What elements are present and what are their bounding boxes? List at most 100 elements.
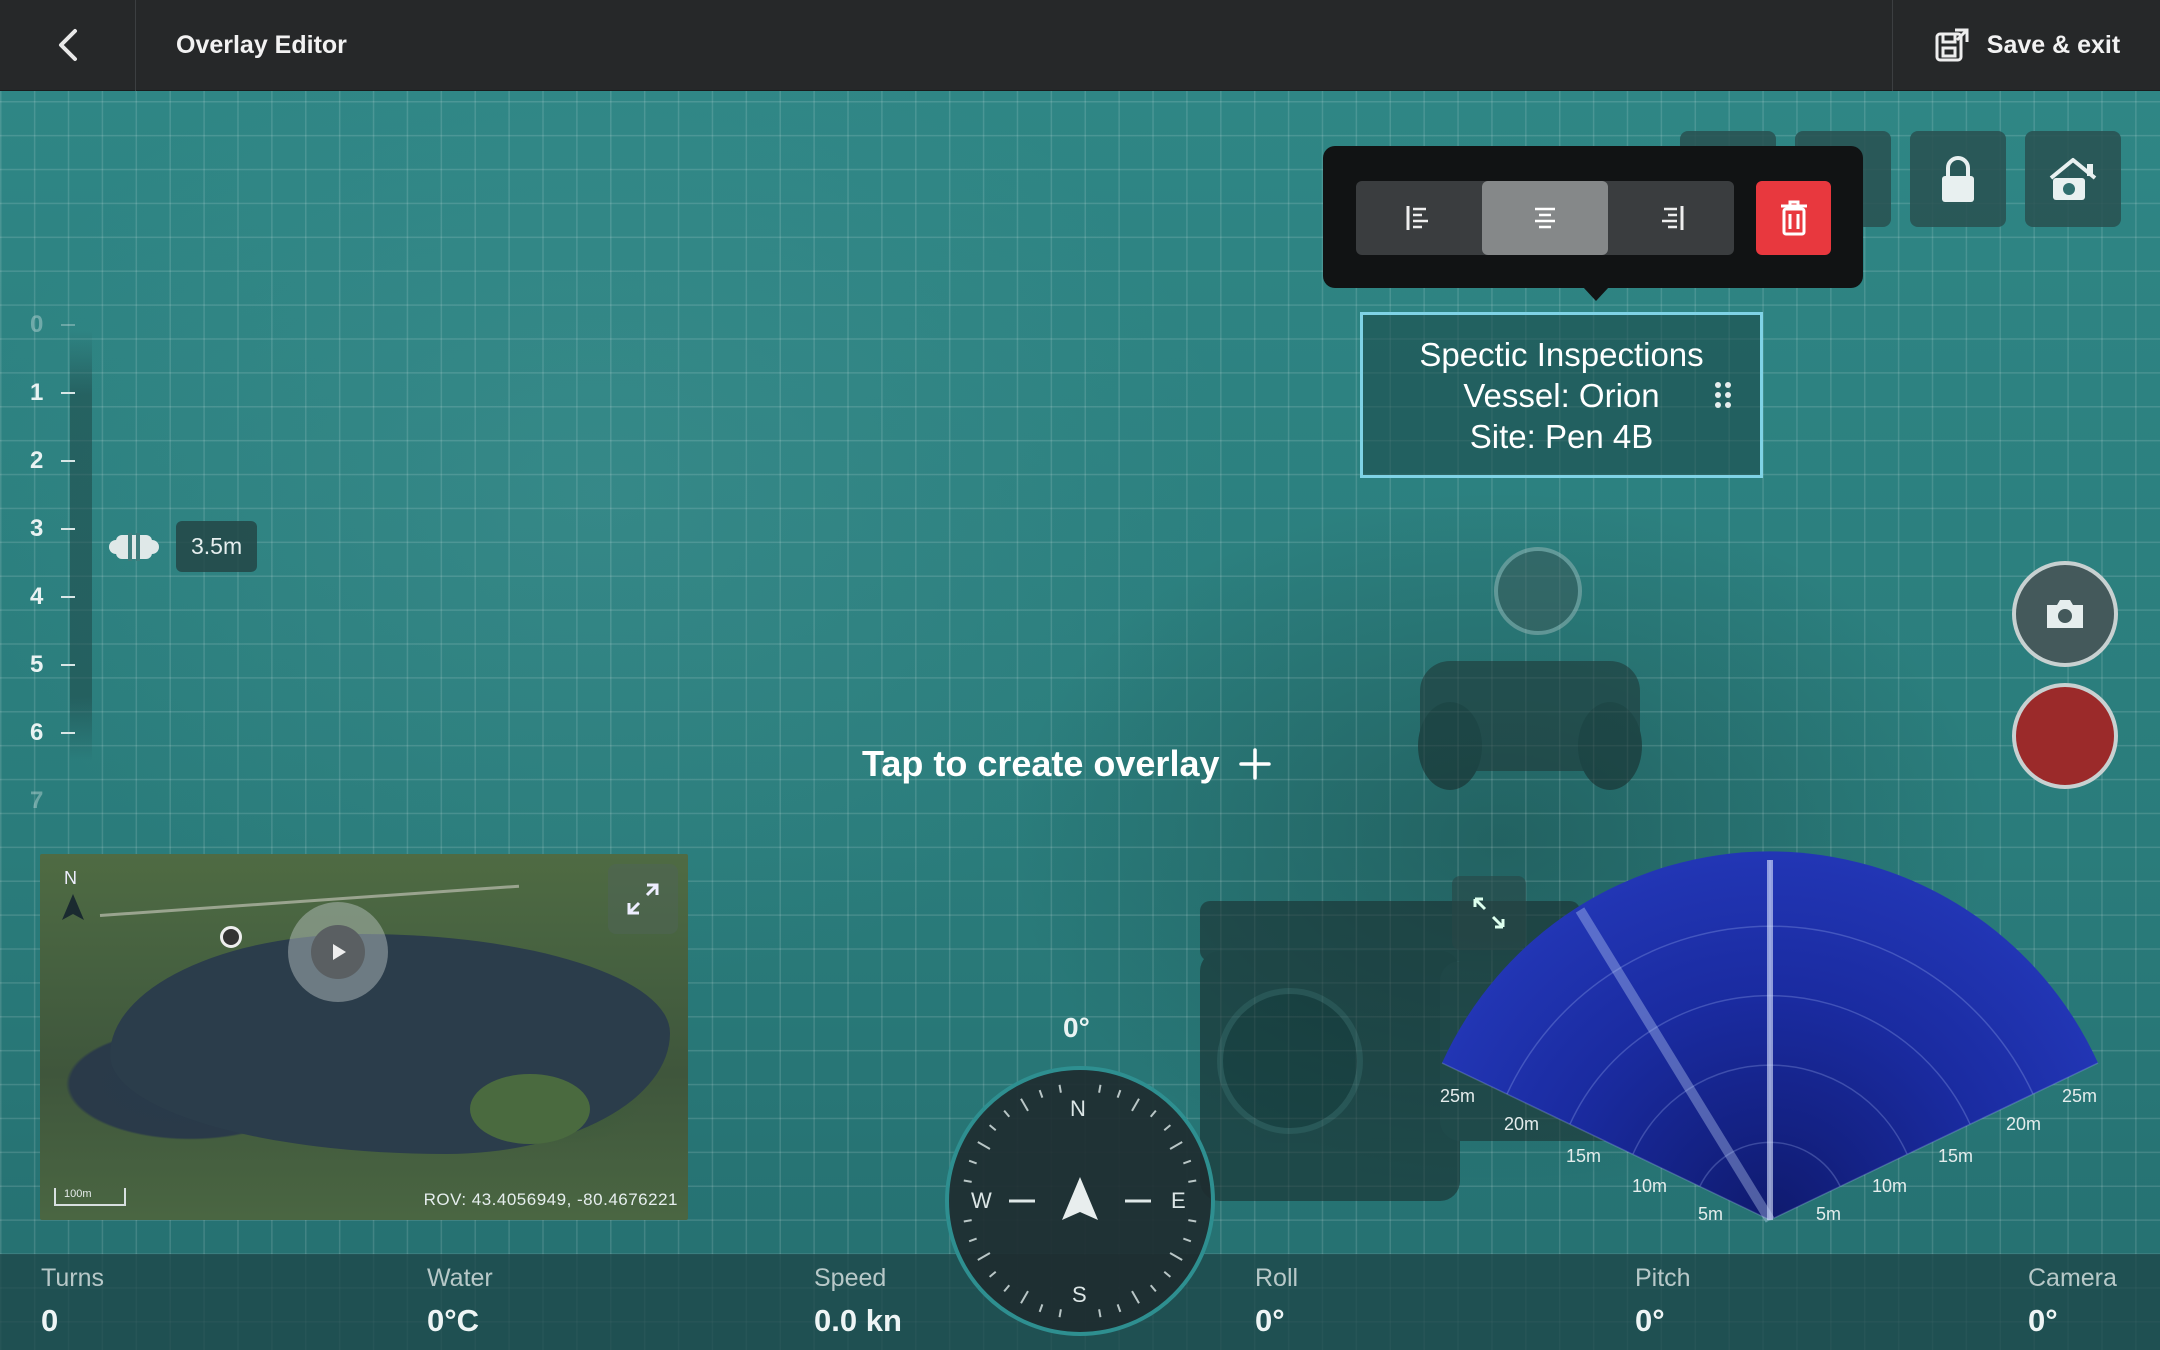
compass-tick xyxy=(1116,1089,1122,1098)
compass-heading: 0° xyxy=(1063,1012,1090,1043)
overlay-line-site: Site: Pen 4B xyxy=(1469,417,1654,455)
depth-tick: 6 xyxy=(30,719,92,747)
sonar-range-label: 5m xyxy=(1816,1204,1842,1224)
compass-tick xyxy=(968,1159,977,1165)
rov-icon xyxy=(109,532,159,561)
map-play-button[interactable] xyxy=(288,902,388,1002)
rov-coordinates: ROV: 43.4056949, -80.4676221 xyxy=(423,1190,678,1209)
align-center-button[interactable] xyxy=(1482,181,1608,255)
compass-tick xyxy=(1183,1159,1192,1165)
sonar-range-label: 15m xyxy=(1566,1146,1602,1166)
water-value: 0°C xyxy=(427,1303,480,1338)
compass-tick xyxy=(1116,1304,1122,1313)
compass-tick xyxy=(1058,1084,1062,1093)
turns-label: Turns xyxy=(41,1264,104,1292)
compass-tick xyxy=(1183,1237,1192,1243)
telemetry-pitch: Pitch 0° xyxy=(1635,1264,1691,1339)
compass-tick xyxy=(1038,1304,1044,1313)
compass-tick xyxy=(977,1252,991,1261)
pitch-value: 0° xyxy=(1635,1303,1665,1338)
map-scale-label: 100m xyxy=(64,1188,92,1200)
compass-tick xyxy=(968,1237,977,1243)
sonar-range-label: 5m xyxy=(1698,1204,1724,1224)
depth-tick: 7 xyxy=(30,787,44,814)
sonar-range-label: 10m xyxy=(1872,1176,1908,1196)
depth-tick: 4 xyxy=(30,583,92,611)
compass-south: S xyxy=(1072,1282,1087,1307)
compass-tick xyxy=(1149,1284,1157,1293)
compass-tick xyxy=(1003,1109,1011,1118)
north-arrow-icon xyxy=(62,894,84,920)
trash-icon xyxy=(1780,200,1807,236)
depth-tick: 0 xyxy=(30,311,92,339)
text-alignment-group xyxy=(1356,181,1734,255)
chevron-left-icon xyxy=(58,29,77,61)
compass-west: W xyxy=(971,1188,992,1213)
minimap[interactable]: N 100m ROV: 43.4056949, -80.4676221 xyxy=(40,854,688,1220)
compass-tick xyxy=(1149,1109,1157,1118)
sonar-range-label: 25m xyxy=(2062,1086,2098,1106)
expand-icon xyxy=(627,883,659,915)
depth-scale: 0 1 2 3 4 5 6 7 xyxy=(30,291,100,814)
telemetry-camera: Camera 0° xyxy=(2028,1264,2117,1339)
water-label: Water xyxy=(427,1264,493,1292)
create-overlay-label: Tap to create overlay xyxy=(862,743,1220,784)
sonar-range-label: 25m xyxy=(1440,1086,1476,1106)
overlay-line-company: Spectic Inspections xyxy=(1419,335,1704,373)
align-left-button[interactable] xyxy=(1356,181,1482,255)
lock-button[interactable] xyxy=(1910,131,2006,227)
overlay-toolbar xyxy=(1323,146,1863,301)
compass-tick xyxy=(988,1270,997,1278)
pitch-label: Pitch xyxy=(1635,1264,1691,1292)
rov-position-marker xyxy=(220,926,242,948)
record-button[interactable] xyxy=(2012,683,2118,789)
camera-home-button[interactable] xyxy=(2025,131,2121,227)
telemetry-speed: Speed 0.0 kn xyxy=(814,1264,902,1339)
compass-tick xyxy=(1058,1309,1062,1318)
compass-tick xyxy=(1131,1098,1140,1112)
speed-label: Speed xyxy=(814,1264,887,1292)
camera-icon xyxy=(2047,600,2083,628)
align-right-icon xyxy=(1662,206,1684,230)
play-icon xyxy=(333,944,346,960)
top-bar: Overlay Editor Save & exit xyxy=(0,0,2160,91)
sonar-range-label: 15m xyxy=(1938,1146,1974,1166)
roll-label: Roll xyxy=(1255,1264,1299,1292)
telemetry-turns: Turns 0 xyxy=(41,1264,104,1339)
create-overlay-hint[interactable]: Tap to create overlay xyxy=(862,743,1272,785)
lock-icon xyxy=(1942,156,1974,202)
compass-tick xyxy=(1188,1219,1197,1223)
map-island xyxy=(470,1074,590,1144)
plus-icon xyxy=(1238,748,1271,780)
sonar-range-label: 20m xyxy=(2006,1114,2042,1134)
compass-east: E xyxy=(1171,1188,1186,1213)
depth-tick: 2 xyxy=(30,447,92,475)
drag-handle-icon[interactable] xyxy=(1714,381,1732,409)
compass-tick xyxy=(1131,1290,1140,1304)
align-center-icon xyxy=(1535,207,1555,229)
sonar-view[interactable]: 25m 20m 15m 10m 5m 25m 20m 15m 10m 5m xyxy=(1420,850,2120,1240)
compass-tick xyxy=(1163,1270,1172,1278)
depth-badge: 3.5m xyxy=(176,521,258,572)
align-right-button[interactable] xyxy=(1608,181,1734,255)
turns-value: 0 xyxy=(41,1303,59,1338)
save-exit-label: Save & exit xyxy=(1986,30,2121,59)
map-expand-button[interactable] xyxy=(608,864,678,934)
heading-arrow-icon xyxy=(1062,1177,1098,1220)
back-button[interactable] xyxy=(0,0,136,91)
camera-home-icon xyxy=(2049,158,2097,200)
save-icon xyxy=(1935,28,1969,62)
map-north-label: N xyxy=(64,868,77,888)
compass-tick xyxy=(1169,1252,1183,1261)
sonar-fan xyxy=(1441,851,2099,1223)
compass-tick xyxy=(988,1124,997,1132)
page-title: Overlay Editor xyxy=(176,30,347,59)
compass-tick xyxy=(1020,1290,1029,1304)
speed-value: 0.0 kn xyxy=(814,1303,902,1338)
save-exit-button[interactable]: Save & exit xyxy=(1892,0,2160,91)
text-overlay[interactable]: Spectic Inspections Vessel: Orion Site: … xyxy=(1360,312,1763,478)
compass-tick xyxy=(1169,1141,1183,1150)
delete-overlay-button[interactable] xyxy=(1756,181,1831,255)
compass-tick xyxy=(1020,1098,1029,1112)
photo-capture-button[interactable] xyxy=(2012,561,2118,667)
